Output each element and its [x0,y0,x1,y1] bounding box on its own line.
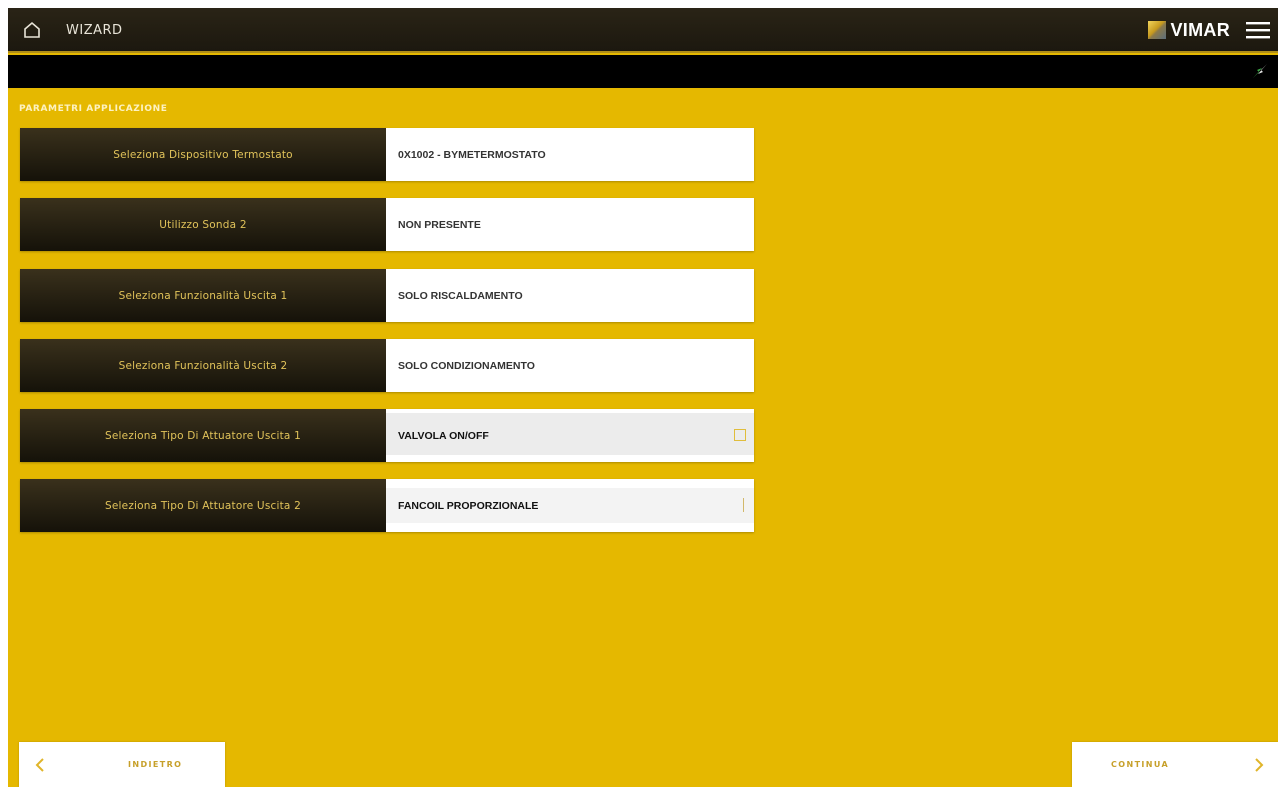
vimar-logo: VIMAR [1147,19,1231,41]
page-title: WIZARD [66,23,123,38]
select-value: VALVOLA ON/OFF [398,429,489,442]
continue-button-label: CONTINUA [1111,760,1170,769]
app-window: WIZARD VIMAR PARAMETRI APPLICAZIONE Sele… [8,8,1278,787]
back-button[interactable]: INDIETRO [19,742,225,787]
param-row-actuator-output-1: Seleziona Tipo Di Attuatore Uscita 1 VAL… [20,409,754,462]
status-bar [8,55,1278,88]
thermostat-device-select[interactable]: 0X1002 - BYMETERMOSTATO [386,128,754,181]
section-title: PARAMETRI APPLICAZIONE [19,104,168,114]
chevron-right-icon [1255,758,1264,772]
back-button-label: INDIETRO [128,760,183,769]
param-label: Seleziona Tipo Di Attuatore Uscita 1 [20,409,386,462]
param-label: Seleziona Dispositivo Termostato [20,128,386,181]
text-caret [743,498,744,512]
param-row-output-1-function: Seleziona Funzionalità Uscita 1 SOLO RIS… [20,269,754,322]
top-bar: WIZARD VIMAR [8,8,1278,53]
param-row-output-2-function: Seleziona Funzionalità Uscita 2 SOLO CON… [20,339,754,392]
continue-button[interactable]: CONTINUA [1072,742,1278,787]
param-label: Utilizzo Sonda 2 [20,198,386,251]
actuator-output-2-select[interactable]: FANCOIL PROPORZIONALE [386,479,754,532]
logo-mark-icon [1147,21,1166,39]
actuator-output-1-select[interactable]: VALVOLA ON/OFF [386,409,754,462]
home-icon[interactable] [22,20,42,40]
output-1-function-select[interactable]: SOLO RISCALDAMENTO [386,269,754,322]
param-row-thermostat-device: Seleziona Dispositivo Termostato 0X1002 … [20,128,754,181]
select-value: FANCOIL PROPORZIONALE [398,499,539,512]
hamburger-menu-icon[interactable] [1246,20,1270,40]
param-row-actuator-output-2: Seleziona Tipo Di Attuatore Uscita 2 FAN… [20,479,754,532]
param-label: Seleziona Funzionalità Uscita 2 [20,339,386,392]
param-label: Seleziona Funzionalità Uscita 1 [20,269,386,322]
chevron-left-icon [35,758,44,772]
chevron-down-icon[interactable] [734,429,746,441]
logo-text: VIMAR [1170,19,1230,40]
output-2-function-select[interactable]: SOLO CONDIZIONAMENTO [386,339,754,392]
param-row-probe-2: Utilizzo Sonda 2 NON PRESENTE [20,198,754,251]
connection-status-icon [1253,64,1267,78]
probe-2-select[interactable]: NON PRESENTE [386,198,754,251]
param-label: Seleziona Tipo Di Attuatore Uscita 2 [20,479,386,532]
